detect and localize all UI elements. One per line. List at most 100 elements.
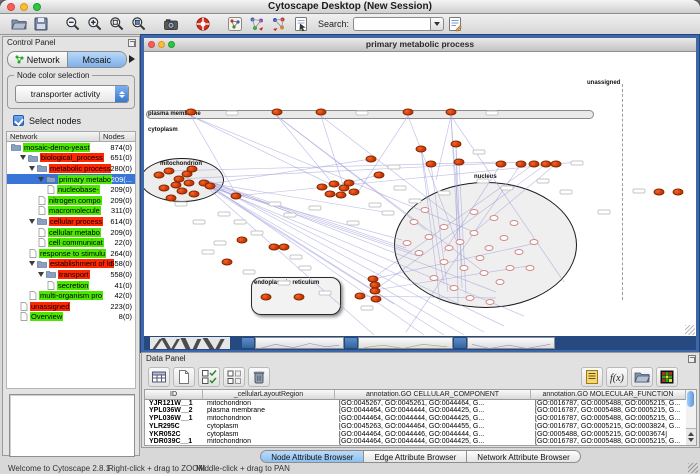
network-node[interactable] <box>261 294 272 301</box>
network-node-ghost[interactable] <box>410 219 419 225</box>
network-node[interactable] <box>317 184 328 191</box>
scroll-down-icon[interactable] <box>688 438 694 442</box>
float-panel-icon[interactable] <box>688 355 696 363</box>
tree-item[interactable]: cell communicat22(0) <box>7 237 135 248</box>
network-node[interactable] <box>177 188 188 195</box>
table-row[interactable]: YJR121W__1mitochondrion[GO:0045267, GO:0… <box>145 400 686 408</box>
tree-item[interactable]: primary metabo209(... <box>7 174 135 185</box>
network-node-ghost[interactable] <box>515 249 524 255</box>
minimized-window-button[interactable] <box>344 337 358 349</box>
vizmapper-icon[interactable] <box>290 15 312 33</box>
network-node-ghost[interactable] <box>425 234 434 240</box>
network-node-ghost[interactable] <box>496 279 505 285</box>
network-node-ghost[interactable] <box>403 240 412 246</box>
minimized-window-button[interactable] <box>241 337 255 349</box>
network-node[interactable] <box>426 161 437 168</box>
network-frame-titlebar[interactable]: primary metabolic process <box>144 38 696 52</box>
tab-network[interactable]: Network <box>8 52 67 67</box>
scroll-up-icon[interactable] <box>688 432 694 436</box>
network-node-ghost[interactable] <box>485 245 494 251</box>
expand-arrow-icon[interactable] <box>38 272 44 277</box>
network-node[interactable] <box>336 192 347 199</box>
network-node-ghost[interactable] <box>445 245 454 251</box>
select-nodes-checkbox[interactable] <box>13 115 24 126</box>
import-attributes-icon[interactable] <box>631 367 653 387</box>
network-node[interactable] <box>231 193 242 200</box>
expand-arrow-icon[interactable] <box>29 261 35 266</box>
tree-item[interactable]: establishment of lo558(0) <box>7 259 135 270</box>
tree-item[interactable]: Overview8(0) <box>7 312 135 323</box>
formula-builder-icon[interactable]: f(x) <box>606 367 628 387</box>
network-node[interactable] <box>166 195 177 202</box>
table-scrollbar[interactable] <box>686 389 697 446</box>
network-node[interactable] <box>416 146 427 153</box>
open-file-icon[interactable] <box>8 15 30 33</box>
expand-arrow-icon[interactable] <box>29 166 35 171</box>
tree-column-nodes[interactable]: Nodes <box>100 131 136 142</box>
network-node-ghost[interactable] <box>526 265 535 271</box>
network-node[interactable] <box>446 109 457 116</box>
column-header[interactable]: annotation.GO CELLULAR_COMPONENT <box>335 390 531 400</box>
network-canvas[interactable]: plasma membrane cytoplasm mitochondrion … <box>144 52 696 336</box>
network-node[interactable] <box>344 180 355 187</box>
network-node[interactable] <box>516 161 527 168</box>
network-node[interactable] <box>279 244 290 251</box>
minimized-window-thumbnail[interactable] <box>255 337 344 349</box>
layout-icon[interactable] <box>246 15 268 33</box>
tree-item[interactable]: biological_process651(0) <box>7 153 135 164</box>
network-node-ghost[interactable] <box>415 250 424 256</box>
network-node-ghost[interactable] <box>430 275 439 281</box>
network-node[interactable] <box>272 109 283 116</box>
network-node-ghost[interactable] <box>476 255 485 261</box>
minimized-window-art[interactable] <box>150 337 230 349</box>
zoom-out-icon[interactable] <box>62 15 84 33</box>
tree-item[interactable]: cellular process614(0) <box>7 216 135 227</box>
attribute-report-icon[interactable] <box>581 367 603 387</box>
layout-alt-icon[interactable] <box>268 15 290 33</box>
column-header[interactable]: ID <box>145 390 203 400</box>
network-node[interactable] <box>154 172 165 179</box>
network-node[interactable] <box>654 189 665 196</box>
network-node[interactable] <box>184 180 195 187</box>
snapshot-icon[interactable] <box>160 15 182 33</box>
network-node[interactable] <box>370 288 381 295</box>
network-node[interactable] <box>374 172 385 179</box>
network-node-ghost[interactable] <box>440 259 449 265</box>
canvas-resize-grip[interactable] <box>685 325 695 335</box>
network-node[interactable] <box>187 166 198 173</box>
column-header[interactable]: _cellularLayoutRegion <box>203 390 335 400</box>
expand-arrow-icon[interactable] <box>38 177 44 182</box>
tree-item[interactable]: cellular metabo209(0) <box>7 227 135 238</box>
expand-arrow-icon[interactable] <box>29 219 35 224</box>
attribute-batch-icon[interactable] <box>444 15 466 33</box>
tree-item[interactable]: mosaic-demo-yeast874(0) <box>7 142 135 153</box>
network-node[interactable] <box>371 296 382 303</box>
network-node-ghost[interactable] <box>500 235 509 241</box>
attribute-select-icon[interactable] <box>148 367 170 387</box>
search-dropdown-icon[interactable] <box>431 17 444 31</box>
combo-stepper-icon[interactable] <box>115 86 128 102</box>
network-node-ghost[interactable] <box>460 265 469 271</box>
network-node-ghost[interactable] <box>466 295 475 301</box>
network-node-ghost[interactable] <box>470 209 479 215</box>
network-node[interactable] <box>159 185 170 192</box>
table-row[interactable]: YLR295Ccytoplasm[GO:0045263, GO:0044464,… <box>145 423 686 431</box>
network-node-ghost[interactable] <box>470 230 479 236</box>
minimized-window-thumbnail[interactable] <box>358 337 453 349</box>
network-node-ghost[interactable] <box>530 239 539 245</box>
tree-item[interactable]: macromolecule311(0) <box>7 206 135 217</box>
table-row[interactable]: YPL036W__1mitochondrion[GO:0044464, GO:0… <box>145 415 686 423</box>
table-row[interactable]: YPL036W__2plasma membrane[GO:0044464, GO… <box>145 407 686 415</box>
new-attribute-icon[interactable] <box>173 367 195 387</box>
network-node[interactable] <box>325 191 336 198</box>
network-node[interactable] <box>164 168 175 175</box>
network-node[interactable] <box>237 237 248 244</box>
network-node[interactable] <box>222 259 233 266</box>
network-node[interactable] <box>205 183 216 190</box>
minimized-window-thumbnail[interactable] <box>467 337 555 349</box>
window-resize-grip[interactable] <box>688 463 698 473</box>
network-node-ghost[interactable] <box>421 207 430 213</box>
network-node-ghost[interactable] <box>440 224 449 230</box>
tree-item[interactable]: response to stimulu264(0) <box>7 248 135 259</box>
network-node[interactable] <box>366 156 377 163</box>
